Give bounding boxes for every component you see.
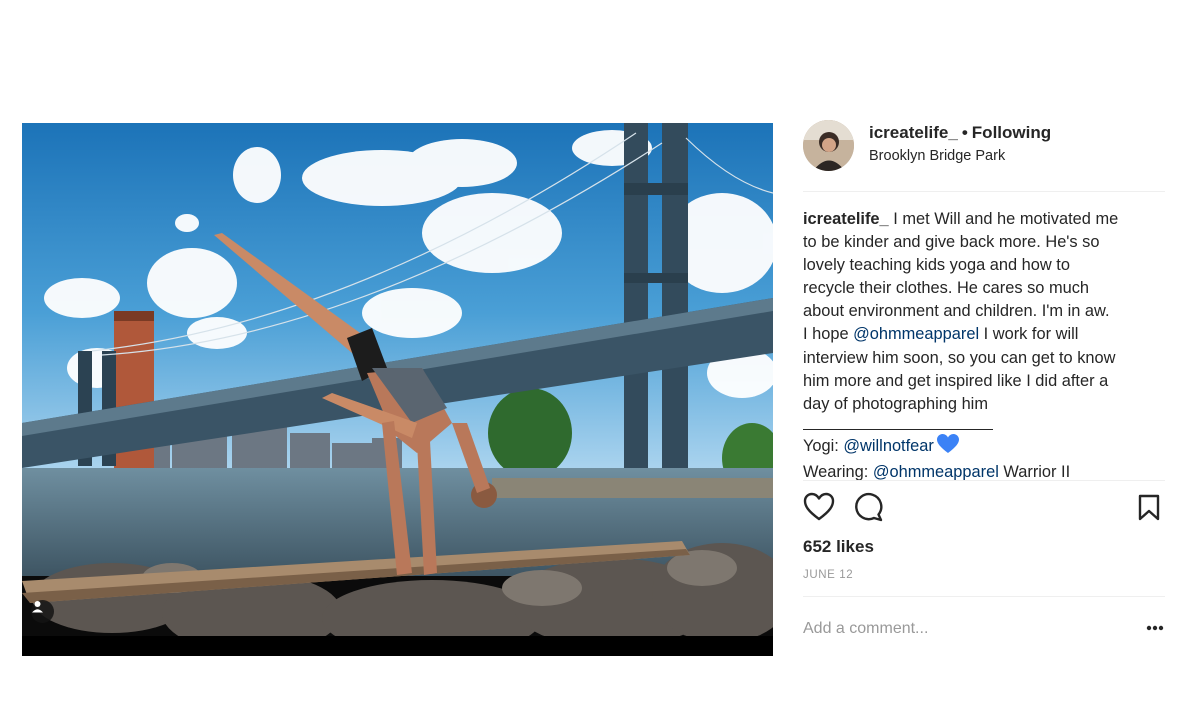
caption-text: him more and get inspired like I did aft… [803,371,1109,390]
bookmark-icon[interactable] [1138,494,1160,527]
post-actions [803,492,1165,528]
avatar[interactable] [803,120,854,171]
author-username[interactable]: icreatelife_ [869,123,958,142]
separator-dot: • [961,123,968,142]
post-credits: Yogi: @willnotfear Wearing: @ohmmeappare… [803,434,1165,484]
yogi-label: Yogi: [803,437,844,455]
caption-rule [803,429,993,430]
header-divider [803,191,1165,192]
heart-outline-icon[interactable] [803,492,835,527]
speech-bubble-icon[interactable] [853,492,885,527]
mention-link[interactable]: @ohmmeapparel [853,325,979,343]
caption-username[interactable]: icreatelife_ [803,210,889,228]
post-sidebar: icreatelife_ • Following Brooklyn Bridge P… [803,118,1165,658]
caption-text: interview him soon, so you can get to kn… [803,348,1116,367]
post-location[interactable]: Brooklyn Bridge Park [869,148,1005,164]
caption-text: about environment and children. I'm in a… [803,302,1110,321]
comment-input[interactable] [803,618,1123,640]
caption-divider [803,480,1165,481]
caption-text: lovely teaching kids yoga and how to [803,256,1070,275]
mention-link[interactable]: @ohmmeapparel [873,463,999,481]
post-caption: icreatelife_ I met Will and he motivated… [803,208,1165,416]
mention-link[interactable]: @willnotfear [843,437,933,455]
caption-text: I met Will and he motivated me [888,210,1119,228]
wearing-text: Warrior II [998,463,1071,481]
post-date[interactable]: JUNE 12 [803,569,853,581]
caption-text: to be kinder and give back more. He's so [803,233,1100,252]
tag-person-icon[interactable] [31,600,54,623]
post-header: icreatelife_ • Following Brooklyn Bridge P… [803,118,1165,180]
wearing-label: Wearing: [803,463,873,481]
caption-text: I hope [803,325,854,344]
blue-heart-icon [936,434,959,461]
comment-divider [803,596,1165,597]
caption-text: I work for will [979,325,1079,344]
post-photo[interactable] [22,123,773,656]
photo-illustration [22,123,773,656]
likes-count[interactable]: 652 likes [803,537,874,557]
following-button[interactable]: Following [972,123,1051,142]
post-author: icreatelife_ • Following [869,123,1051,143]
ellipsis-icon[interactable] [1145,618,1165,638]
caption-text: day of photographing him [803,394,988,413]
caption-text: recycle their clothes. He cares so much [803,279,1090,298]
